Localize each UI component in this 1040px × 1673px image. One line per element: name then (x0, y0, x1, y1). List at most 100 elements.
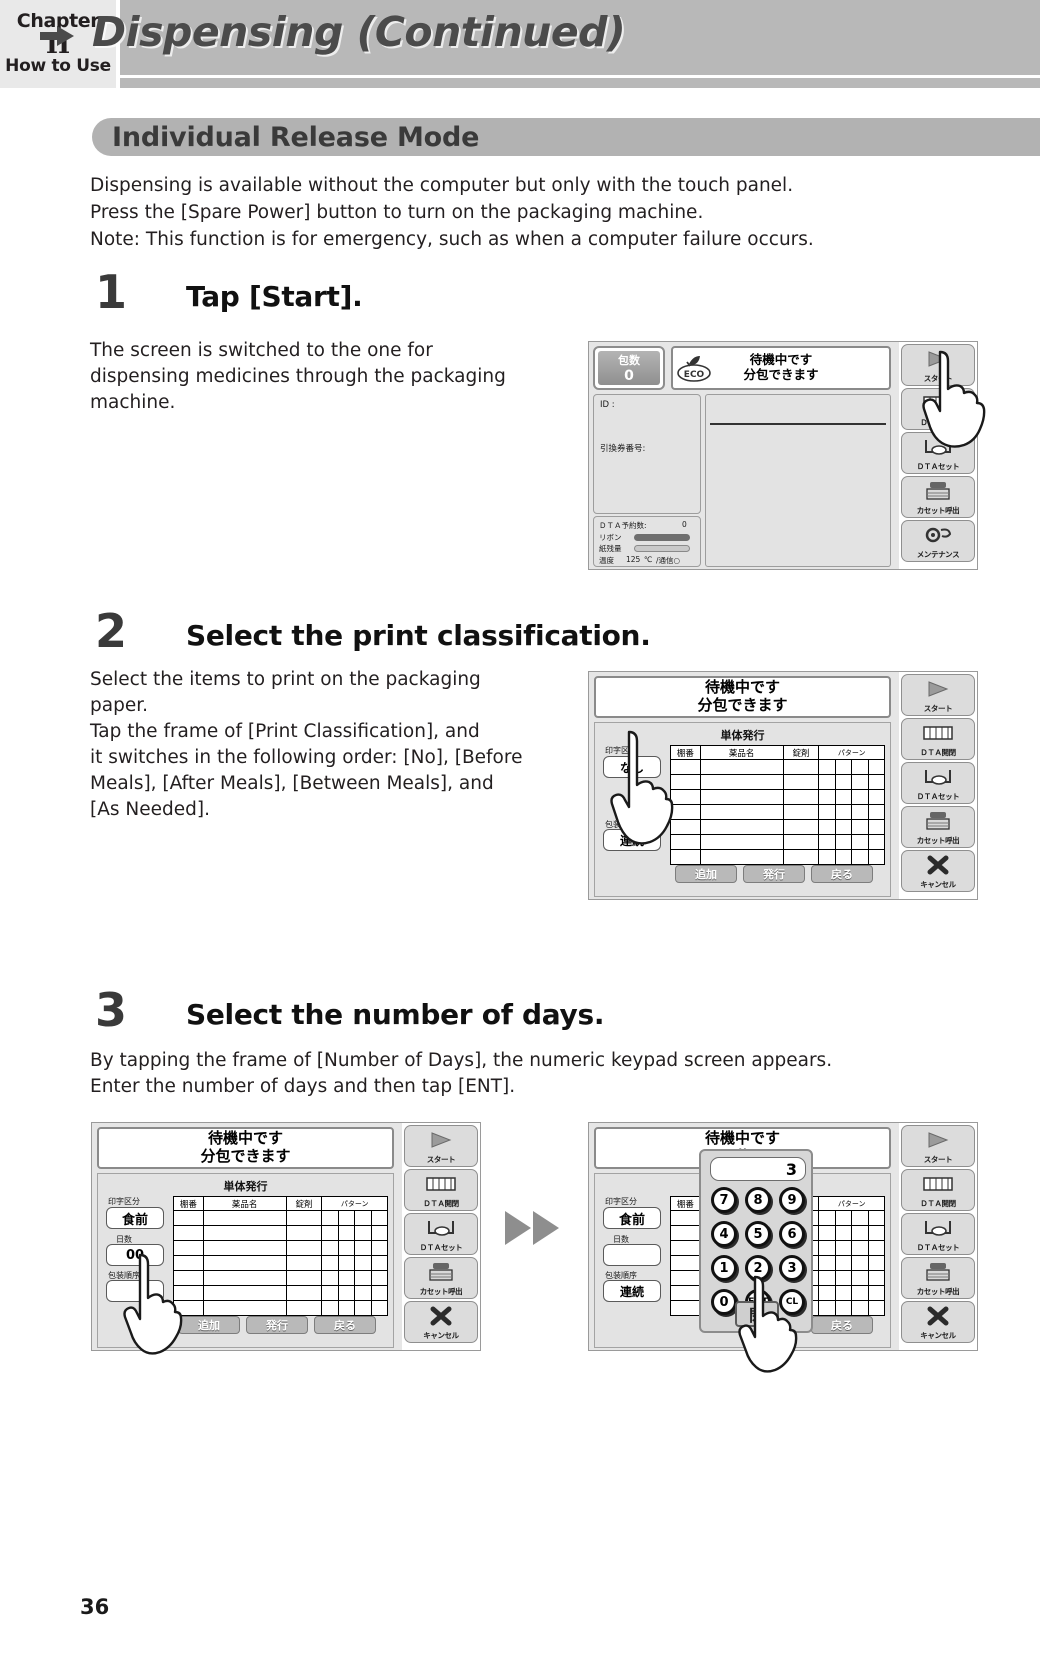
cancel-cross-icon (926, 851, 950, 879)
table-row[interactable] (670, 774, 886, 790)
screen-2-status-line-2: 分包できます (697, 696, 788, 714)
table-row[interactable] (173, 1285, 389, 1301)
sidebar-item-dta-open-close-label: ＤＴＡ開閉 (423, 1199, 459, 1208)
sidebar-item-cassette-call[interactable]: カセット呼出 (901, 1257, 975, 1299)
add-button[interactable]: 追加 (178, 1316, 240, 1334)
sidebar-item-start-label: スタート (923, 374, 953, 383)
sidebar-item-dta-open-close[interactable]: ＤＴＡ開閉 (404, 1169, 478, 1211)
back-button-label: 戻る (831, 868, 853, 881)
days-field[interactable] (603, 1244, 661, 1266)
back-button[interactable]: 戻る (811, 865, 873, 883)
table-row[interactable] (173, 1270, 389, 1286)
page-title: Dispensing (Continued) (92, 8, 626, 56)
print-classification-field[interactable]: 食前 (106, 1207, 164, 1229)
sidebar-item-dta-set-label: ＤＴＡセット (419, 1243, 463, 1252)
print-classification-field[interactable]: なし (603, 756, 661, 778)
table-row[interactable] (670, 759, 886, 775)
screen-1-status-line-1: 待機中です (749, 352, 813, 368)
sidebar-item-cassette-call-label: カセット呼出 (916, 506, 960, 515)
keypad-key-3[interactable]: 3 (779, 1255, 805, 1281)
sidebar-item-cassette-call[interactable]: カセット呼出 (901, 476, 975, 518)
sidebar-item-cassette-call[interactable]: カセット呼出 (404, 1257, 478, 1299)
back-button[interactable]: 戻る (811, 1316, 873, 1334)
back-button[interactable]: 戻る (314, 1316, 376, 1334)
screen-2-status-message: 待機中です 分包できます (594, 676, 891, 718)
table-row[interactable] (670, 789, 886, 805)
keypad-key-4[interactable]: 4 (711, 1221, 737, 1247)
keypad-key-6[interactable]: 6 (779, 1221, 805, 1247)
pack-count-box[interactable]: 包数 0 (593, 346, 665, 390)
table-row[interactable] (670, 834, 886, 850)
eco-leaf-icon: ECO (677, 356, 711, 382)
sidebar-item-dta-set-label: ＤＴＡセット (916, 792, 960, 801)
table-row[interactable] (173, 1240, 389, 1256)
keypad-key-0[interactable]: 0 (711, 1289, 737, 1315)
issue-button[interactable]: 発行 (743, 865, 805, 883)
sidebar-item-cassette-call[interactable]: カセット呼出 (901, 806, 975, 848)
sidebar-item-dta-set[interactable]: ＤＴＡセット (901, 1213, 975, 1255)
step-3-title: Select the number of days. (186, 998, 605, 1031)
step-3-body: By tapping the frame of [Number of Days]… (90, 1048, 990, 1100)
sidebar-item-dta-set[interactable]: ＤＴＡセット (404, 1213, 478, 1255)
play-triangle-icon (927, 675, 949, 703)
sidebar-item-start[interactable]: スタート (901, 1125, 975, 1167)
sidebar-item-cancel[interactable]: キャンセル (901, 1301, 975, 1343)
table-row[interactable] (670, 804, 886, 820)
keypad-key-8[interactable]: 8 (745, 1187, 771, 1213)
table-row[interactable] (670, 849, 886, 865)
sidebar-item-start-label: スタート (923, 704, 953, 713)
sidebar-item-dta-open-close-label: ＤＴＡ開閉 (920, 748, 956, 757)
keypad-key-clear[interactable]: CL (779, 1289, 805, 1315)
sidebar-item-maintenance[interactable]: メンテナンス (901, 520, 975, 562)
device-screen-2: 待機中です 分包できます 単体発行 印字区分 なし 包装順序 連続 棚番 薬品名… (588, 671, 978, 900)
issue-button[interactable]: 発行 (246, 1316, 308, 1334)
sidebar-item-cancel[interactable]: キャンセル (404, 1301, 478, 1343)
keypad-key-1[interactable]: 1 (711, 1255, 737, 1281)
keypad-key-5[interactable]: 5 (745, 1221, 771, 1247)
keypad-key-7[interactable]: 7 (711, 1187, 737, 1213)
sidebar-item-cancel[interactable]: キャンセル (901, 850, 975, 892)
sidebar-item-dta-set[interactable]: ＤＴＡセット (901, 432, 975, 474)
sidebar-item-cancel-label: キャンセル (920, 1331, 956, 1340)
table-header-row: 棚番 薬品名 錠剤 パターン (670, 745, 885, 760)
table-row[interactable] (173, 1300, 389, 1316)
dta-open-close-icon (922, 1170, 954, 1198)
pack-order-field[interactable]: 連続 (603, 829, 661, 851)
table-row[interactable] (173, 1255, 389, 1271)
pack-order-field[interactable]: 連続 (603, 1280, 661, 1302)
sidebar-item-start[interactable]: スタート (404, 1125, 478, 1167)
sidebar-item-dta-open-close[interactable]: ＤＴＡ開閉 (901, 388, 975, 430)
add-button[interactable]: 追加 (675, 865, 737, 883)
keypad-key-2[interactable]: 2 (745, 1255, 771, 1281)
sidebar-item-dta-open-close[interactable]: ＤＴＡ開閉 (901, 1169, 975, 1211)
sidebar-item-start[interactable]: スタート (901, 344, 975, 386)
device-screen-3b: 待機中です 分 印字区分 食前 日数 包装順序 連続 棚番 パターン (588, 1122, 978, 1373)
print-classification-label: 印字区分 (605, 1197, 637, 1206)
ribbon-gauge (634, 534, 690, 541)
sidebar-item-dta-open-close[interactable]: ＤＴＡ開閉 (901, 718, 975, 760)
sidebar-item-dta-set[interactable]: ＤＴＡセット (901, 762, 975, 804)
table-row[interactable] (173, 1210, 389, 1226)
sidebar-item-cassette-call-label: カセット呼出 (916, 836, 960, 845)
step-1-number: 1 (95, 265, 128, 319)
sidebar-item-start[interactable]: スタート (901, 674, 975, 716)
table-header-shelf: 棚番 (670, 745, 701, 760)
pack-order-field[interactable] (106, 1280, 164, 1302)
medicine-table: 棚番 薬品名 錠剤 パターン (670, 745, 886, 865)
screen-3a-form: 単体発行 印字区分 食前 日数 00 包装順序 棚番 薬品名 錠剤 パターン 追… (97, 1173, 394, 1348)
days-field[interactable]: 00 (106, 1244, 164, 1266)
intro-line-3: Note: This function is for emergency, su… (90, 229, 814, 250)
keypad-key-9[interactable]: 9 (779, 1187, 805, 1213)
right-arrow-icon (40, 26, 74, 46)
table-row[interactable] (670, 819, 886, 835)
pack-order-value: 連続 (619, 1284, 644, 1299)
step-3-number: 3 (95, 983, 128, 1037)
screen-2-status-line-1: 待機中です (704, 678, 780, 697)
screen-1-status-line-2: 分包できます (743, 367, 819, 382)
keypad-close-button[interactable]: 閉 (735, 1301, 779, 1327)
table-row[interactable] (173, 1225, 389, 1241)
print-classification-field[interactable]: 食前 (603, 1207, 661, 1229)
cancel-cross-icon (926, 1302, 950, 1330)
table-header-tablet: 錠剤 (285, 1196, 323, 1211)
screen-2-form-title: 単体発行 (720, 729, 765, 742)
